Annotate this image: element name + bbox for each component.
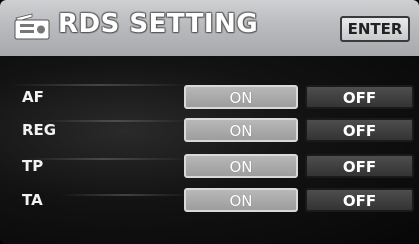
reg-off-button[interactable]: OFF bbox=[305, 118, 414, 142]
af-off-button[interactable]: OFF bbox=[305, 85, 414, 109]
tp-off-button[interactable]: OFF bbox=[305, 154, 414, 178]
setting-row-reg: REG ON OFF bbox=[0, 118, 419, 142]
header-bar: RDS SETTING ENTER bbox=[0, 0, 419, 56]
setting-label-tp: TP bbox=[22, 157, 44, 175]
setting-row-tp: TP ON OFF bbox=[0, 154, 419, 178]
tp-on-button[interactable]: ON bbox=[184, 154, 298, 178]
enter-button[interactable]: ENTER bbox=[340, 16, 410, 42]
setting-label-af: AF bbox=[22, 88, 44, 106]
rds-setting-screen: RDS SETTING ENTER AF ON OFF REG ON OFF T… bbox=[0, 0, 419, 244]
setting-label-reg: REG bbox=[22, 121, 57, 139]
ta-off-button[interactable]: OFF bbox=[305, 188, 414, 212]
page-title: RDS SETTING bbox=[58, 9, 259, 39]
setting-row-af: AF ON OFF bbox=[0, 85, 419, 109]
setting-label-ta: TA bbox=[22, 191, 43, 209]
setting-row-ta: TA ON OFF bbox=[0, 188, 419, 212]
ta-on-button[interactable]: ON bbox=[184, 188, 298, 212]
af-on-button[interactable]: ON bbox=[184, 85, 298, 109]
tuner-icon bbox=[14, 13, 50, 40]
reg-on-button[interactable]: ON bbox=[184, 118, 298, 142]
